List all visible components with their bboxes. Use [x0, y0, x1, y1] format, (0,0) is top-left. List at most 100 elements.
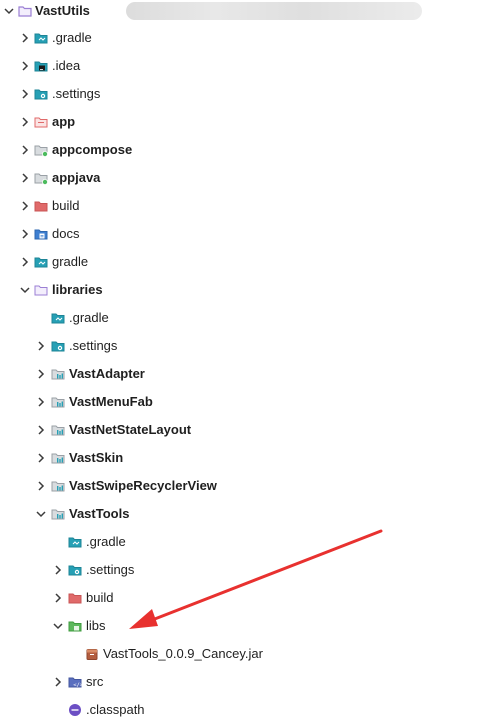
folder-src-icon: </>	[68, 675, 82, 689]
chevron-right-icon[interactable]	[34, 395, 48, 409]
tree-row-settings[interactable]: .settings	[0, 80, 504, 108]
folder-module-icon	[51, 367, 65, 381]
chevron-right-icon[interactable]	[34, 423, 48, 437]
tree-item-label: libraries	[52, 282, 103, 297]
tree-row-docs[interactable]: docs	[0, 220, 504, 248]
chevron-right-icon[interactable]	[18, 255, 32, 269]
folder-settings-icon	[34, 87, 48, 101]
tree-row-lib-gradle[interactable]: .gradle	[0, 304, 504, 332]
chevron-down-icon[interactable]	[34, 507, 48, 521]
folder-settings-icon	[68, 563, 82, 577]
tree-item-label: libs	[86, 618, 106, 633]
classpath-file-icon	[68, 703, 82, 717]
folder-docs-icon	[34, 227, 48, 241]
folder-module-icon	[51, 395, 65, 409]
folder-teal-icon	[34, 31, 48, 45]
folder-module-icon	[51, 451, 65, 465]
redacted-path-blur	[126, 2, 422, 20]
folder-module-icon	[51, 479, 65, 493]
chevron-right-icon[interactable]	[34, 479, 48, 493]
tree-row-appcompose[interactable]: appcompose	[0, 136, 504, 164]
tree-row-vt-src[interactable]: </> src	[0, 668, 504, 696]
tree-item-label: VastMenuFab	[69, 394, 153, 409]
tree-item-label: src	[86, 674, 104, 689]
tree-row-vt-classpath[interactable]: .classpath	[0, 696, 504, 724]
tree-row-libraries[interactable]: libraries	[0, 276, 504, 304]
tree-row-lib-settings[interactable]: .settings	[0, 332, 504, 360]
folder-purple-outline-icon	[18, 4, 32, 18]
tree-row-gradle[interactable]: gradle	[0, 248, 504, 276]
tree-item-label: VastSkin	[69, 450, 124, 465]
tree-item-label: .settings	[86, 562, 135, 577]
chevron-right-icon[interactable]	[18, 199, 32, 213]
tree-row-vt-gradle[interactable]: .gradle	[0, 528, 504, 556]
tree-row-vastswiperecyclerview[interactable]: VastSwipeRecyclerView	[0, 472, 504, 500]
folder-red-module-icon	[34, 115, 48, 129]
tree-item-label: .classpath	[86, 702, 145, 717]
tree-item-label: .gradle	[86, 534, 126, 549]
folder-module-green-dot-icon	[34, 143, 48, 157]
tree-row-vt-jar[interactable]: VastTools_0.0.9_Cancey.jar	[0, 640, 504, 668]
chevron-right-icon[interactable]	[34, 451, 48, 465]
folder-teal-icon	[68, 535, 82, 549]
chevron-down-icon[interactable]	[18, 283, 32, 297]
tree-item-label: VastTools_0.0.9_Cancey.jar	[103, 646, 263, 661]
tree-row-build[interactable]: build	[0, 192, 504, 220]
tree-item-label: VastTools	[69, 506, 130, 521]
folder-libs-green-icon	[68, 619, 82, 633]
tree-item-label: app	[52, 114, 76, 129]
folder-teal-icon	[34, 255, 48, 269]
tree-item-label: build	[86, 590, 114, 605]
chevron-right-icon[interactable]	[18, 171, 32, 185]
tree-item-label: VastAdapter	[69, 366, 145, 381]
tree-row-vasttools[interactable]: VastTools	[0, 500, 504, 528]
chevron-right-icon[interactable]	[51, 675, 65, 689]
chevron-right-icon[interactable]	[18, 227, 32, 241]
folder-module-icon	[51, 423, 65, 437]
tree-item-label: .gradle	[52, 30, 92, 45]
tree-row-vt-settings[interactable]: .settings	[0, 556, 504, 584]
svg-text:</>: </>	[73, 682, 82, 688]
tree-row-vastmenufab[interactable]: VastMenuFab	[0, 388, 504, 416]
tree-root-row[interactable]: VastUtils	[0, 0, 504, 22]
folder-red-icon	[68, 591, 82, 605]
chevron-right-icon[interactable]	[34, 367, 48, 381]
tree-row-appjava[interactable]: appjava	[0, 164, 504, 192]
chevron-right-icon[interactable]	[51, 563, 65, 577]
tree-row-app[interactable]: app	[0, 108, 504, 136]
tree-row-vt-build[interactable]: build	[0, 584, 504, 612]
tree-row-vt-libs[interactable]: libs	[0, 612, 504, 640]
folder-module-icon	[51, 507, 65, 521]
tree-item-label: VastSwipeRecyclerView	[69, 478, 217, 493]
tree-item-label: gradle	[52, 254, 89, 269]
tree-item-label: appjava	[52, 170, 101, 185]
tree-item-label: VastNetStateLayout	[69, 422, 192, 437]
chevron-right-icon[interactable]	[18, 143, 32, 157]
chevron-right-icon[interactable]	[18, 59, 32, 73]
tree-row-vastadapter[interactable]: VastAdapter	[0, 360, 504, 388]
tree-item-label: docs	[52, 226, 80, 241]
jar-file-icon	[85, 647, 99, 661]
tree-row-gradle-hidden[interactable]: .gradle	[0, 24, 504, 52]
chevron-right-icon[interactable]	[18, 87, 32, 101]
tree-item-label: appcompose	[52, 142, 133, 157]
chevron-right-icon[interactable]	[18, 31, 32, 45]
chevron-right-icon[interactable]	[18, 115, 32, 129]
chevron-right-icon[interactable]	[34, 339, 48, 353]
folder-purple-outline-icon	[34, 283, 48, 297]
tree-row-vastskin[interactable]: VastSkin	[0, 444, 504, 472]
folder-red-icon	[34, 199, 48, 213]
tree-row-vastnetstatelayout[interactable]: VastNetStateLayout	[0, 416, 504, 444]
chevron-down-icon[interactable]	[2, 4, 16, 18]
tree-item-label: build	[52, 198, 80, 213]
folder-module-green-dot-icon	[34, 171, 48, 185]
chevron-down-icon[interactable]	[51, 619, 65, 633]
chevron-right-icon[interactable]	[51, 591, 65, 605]
tree-item-label: .idea	[52, 58, 81, 73]
tree-item-label: .gradle	[69, 310, 109, 325]
tree-row-idea[interactable]: .idea	[0, 52, 504, 80]
project-tree: VastUtils .gradle .idea .settings app appcom…	[0, 0, 504, 728]
folder-settings-icon	[51, 339, 65, 353]
folder-teal-icon	[51, 311, 65, 325]
folder-idea-icon	[34, 59, 48, 73]
